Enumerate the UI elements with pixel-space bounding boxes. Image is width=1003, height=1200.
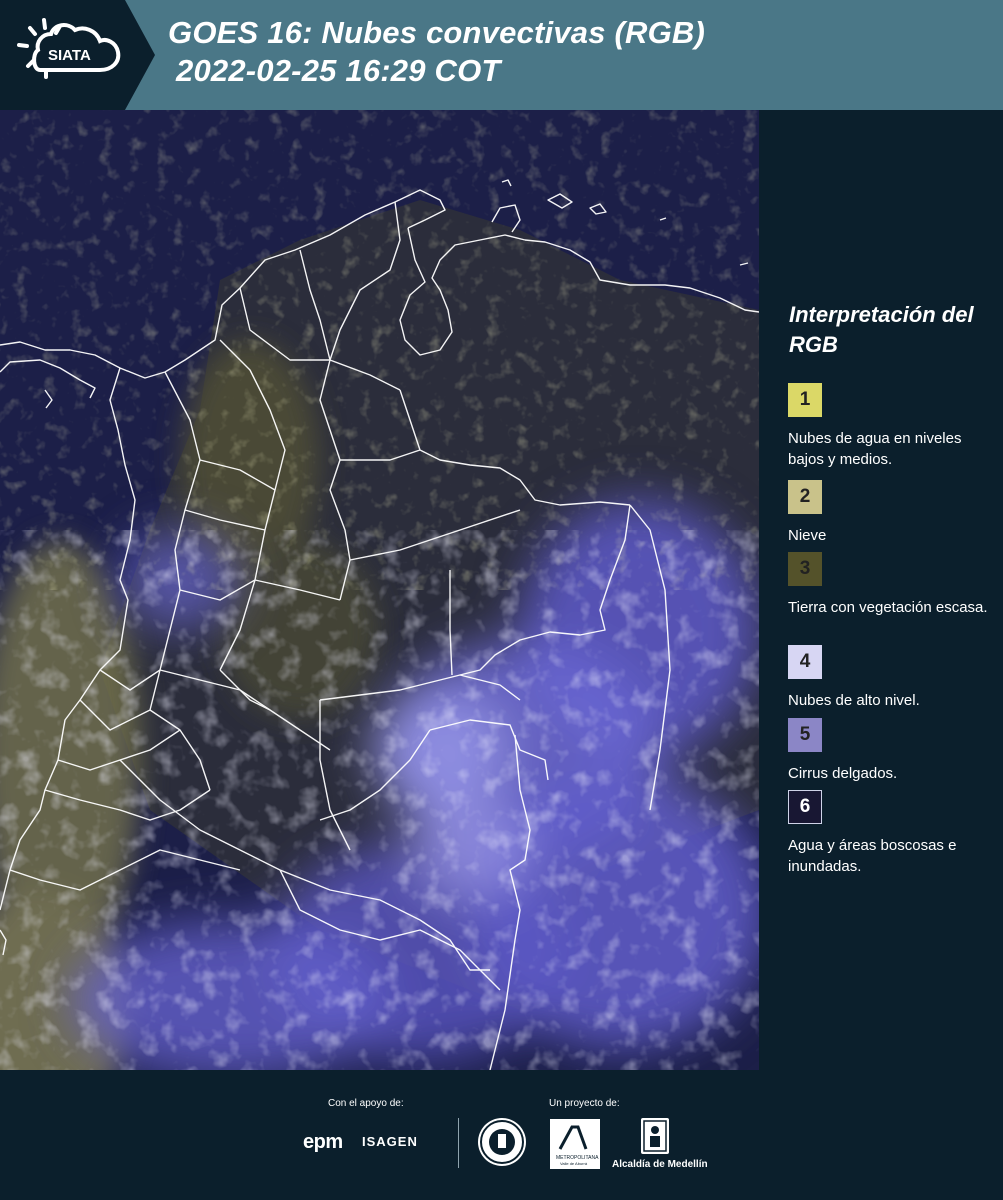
svg-text:SIATA: SIATA — [48, 47, 91, 64]
area-metropolitana-logo: METROPOLITANA Valle de Aburrá — [550, 1119, 600, 1169]
epm-logo: epm — [303, 1131, 343, 1153]
rgb-legend-panel: Interpretación del RGB 1 Nubes de agua e… — [759, 110, 1003, 1070]
legend-swatch-4: 4 — [788, 645, 822, 679]
legend-swatch-1: 1 — [788, 383, 822, 417]
legend-swatch-2: 2 — [788, 480, 822, 514]
title-product: GOES 16: Nubes convectivas (RGB) — [168, 15, 706, 50]
isagen-logo: ISAGEN — [362, 1134, 418, 1149]
medellin-seal-icon — [478, 1118, 526, 1166]
legend-label-2: Nieve — [788, 527, 827, 544]
page-title: GOES 16: Nubes convectivas (RGB) 2022-02… — [168, 14, 705, 90]
legend-label-5: Cirrus delgados. — [788, 765, 898, 782]
support-label: Con el apoyo de: — [328, 1098, 404, 1109]
legend-swatch-5: 5 — [788, 718, 822, 752]
legend-item-1: 1 Nubes de agua en niveles bajos y medio… — [788, 383, 998, 470]
legend-item-6: 6 Agua y áreas boscosas e inundadas. — [788, 790, 998, 877]
alcaldia-shield-icon — [641, 1118, 669, 1154]
legend-swatch-3: 3 — [788, 552, 822, 586]
siata-logo: SIATA — [0, 0, 155, 110]
legend-item-2: 2 Nieve — [788, 480, 998, 546]
project-label: Un proyecto de: — [549, 1098, 620, 1109]
legend-label-1: Nubes de agua en niveles bajos y medios. — [788, 430, 962, 468]
legend-label-3: Tierra con vegetación escasa. — [788, 599, 988, 616]
alcaldia-label: Alcaldía de Medellín — [612, 1159, 708, 1170]
legend-label-6: Agua y áreas boscosas e inundadas. — [788, 837, 957, 875]
legend-item-4: 4 Nubes de alto nivel. — [788, 645, 998, 711]
legend-title: Interpretación del RGB — [789, 302, 974, 357]
footer-divider — [458, 1118, 459, 1168]
legend-item-5: 5 Cirrus delgados. — [788, 718, 998, 784]
legend-item-3: 3 Tierra con vegetación escasa. — [788, 552, 998, 618]
satellite-map — [0, 110, 759, 1070]
legend-swatch-6: 6 — [788, 790, 822, 824]
header-bar: SIATA GOES 16: Nubes convectivas (RGB) 2… — [0, 0, 1003, 110]
legend-label-4: Nubes de alto nivel. — [788, 692, 920, 709]
footer-sponsors: Con el apoyo de: Un proyecto de: epm ISA… — [0, 1070, 1003, 1200]
title-timestamp: 2022-02-25 16:29 COT — [176, 53, 501, 88]
svg-text:Valle de Aburrá: Valle de Aburrá — [560, 1161, 588, 1166]
